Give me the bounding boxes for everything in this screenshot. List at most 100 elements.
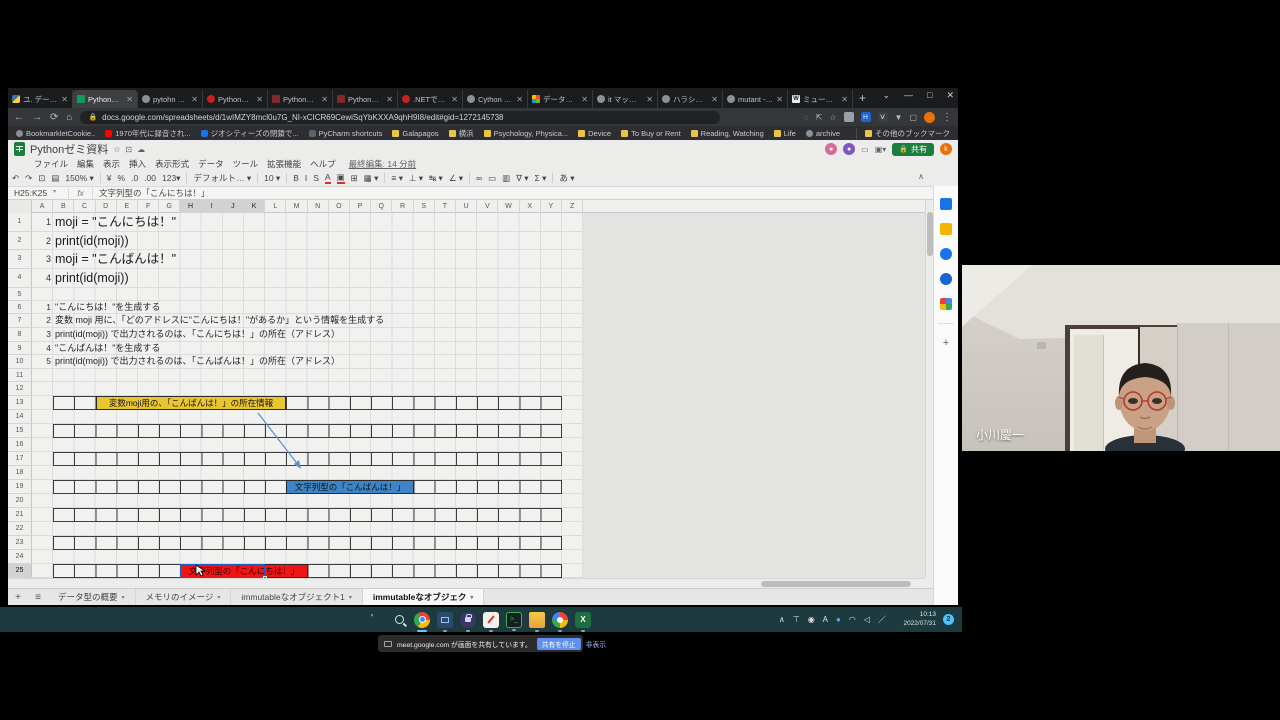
extensions-puzzle-icon[interactable]: ▼	[895, 113, 903, 122]
bookmark-item[interactable]: archive	[806, 129, 840, 138]
other-bookmarks[interactable]: その他のブックマーク	[856, 128, 950, 139]
name-box-dropdown-icon[interactable]: ▾	[53, 188, 56, 198]
browser-tab[interactable]: PythonとC✕	[203, 90, 268, 108]
address-bar[interactable]: 🔒 docs.google.com/spreadsheets/d/1wIMZY8…	[80, 111, 720, 124]
row-header-20[interactable]: 20	[8, 494, 32, 508]
column-header-S[interactable]: S	[414, 200, 435, 213]
decrease-decimal-icon[interactable]: .0	[131, 173, 138, 183]
input-tools-icon[interactable]: あ ▾	[559, 172, 574, 184]
star-icon[interactable]: ☆	[113, 145, 120, 154]
insert-chart-icon[interactable]: ▥	[502, 173, 510, 184]
home-icon[interactable]: ⌂	[66, 112, 72, 123]
bookmark-item[interactable]: 1970年代に録音され...	[105, 128, 190, 139]
tab-close-icon[interactable]: ✕	[61, 95, 68, 104]
tab-close-icon[interactable]: ✕	[646, 95, 653, 104]
notepad-app-icon[interactable]	[483, 612, 499, 628]
column-header-F[interactable]: F	[138, 200, 159, 213]
column-header-P[interactable]: P	[350, 200, 371, 213]
collapse-toolbar-icon[interactable]: ∧	[918, 172, 924, 181]
row-header-21[interactable]: 21	[8, 508, 32, 522]
column-header-J[interactable]: J	[223, 200, 244, 213]
column-header-Z[interactable]: Z	[562, 200, 583, 213]
bookmark-item[interactable]: Psychology, Physica...	[484, 129, 568, 138]
bookmark-item[interactable]: To Buy or Rent	[621, 129, 681, 138]
extension-v-icon[interactable]: V	[878, 112, 888, 122]
column-header-I[interactable]: I	[202, 200, 223, 213]
sheet-tab[interactable]: immutableなオブジェクト1▾	[231, 589, 362, 605]
column-header-H[interactable]: H	[180, 200, 201, 213]
redo-icon[interactable]: ↷	[25, 173, 32, 184]
row-header-25[interactable]: 25	[8, 564, 32, 578]
wifi-icon[interactable]: ◠	[849, 615, 856, 624]
sheet-tab[interactable]: データ型の概要▾	[48, 589, 136, 605]
column-header-K[interactable]: K	[244, 200, 265, 213]
browser-tab[interactable]: Pythonの名✕	[333, 90, 398, 108]
tasks-icon[interactable]	[940, 248, 952, 260]
tab-close-icon[interactable]: ✕	[191, 95, 198, 104]
bookmark-item[interactable]: Life	[774, 129, 796, 138]
row-header-4[interactable]: 4	[8, 269, 32, 288]
cell-code-text[interactable]: moji = "こんばんは！"	[55, 250, 176, 269]
stop-sharing-button[interactable]: 共有を停止	[537, 638, 581, 650]
menu-拡張機能[interactable]: 拡張機能	[267, 158, 301, 170]
column-header-T[interactable]: T	[435, 200, 456, 213]
add-sheet-icon[interactable]: +	[8, 592, 28, 603]
browser-tab[interactable]: Pythonの名✕	[268, 90, 333, 108]
reload-icon[interactable]: ⟳	[50, 112, 58, 123]
row-header-5[interactable]: 5	[8, 288, 32, 301]
name-box[interactable]: H25:K25 ▾	[8, 188, 68, 198]
keep-icon[interactable]	[940, 223, 952, 235]
column-header-D[interactable]: D	[96, 200, 117, 213]
cell-note-text[interactable]: "こんばんは！"を生成する	[55, 342, 160, 356]
column-header-E[interactable]: E	[117, 200, 138, 213]
tab-close-icon[interactable]: ✕	[451, 95, 458, 104]
profile-avatar[interactable]	[924, 112, 935, 123]
row-header-24[interactable]: 24	[8, 550, 32, 564]
tab-close-icon[interactable]: ✕	[581, 95, 588, 104]
formula-value[interactable]: 文字列型の「こんにちは！」	[92, 187, 210, 199]
cell-code-text[interactable]: print(id(moji))	[55, 269, 129, 288]
extension-image-icon[interactable]	[844, 112, 854, 122]
text-rotate-icon[interactable]: ∠ ▾	[449, 173, 463, 184]
horizontal-scrollbar[interactable]	[8, 578, 925, 588]
zoom-select[interactable]: 150% ▾	[65, 173, 93, 184]
hide-notification-button[interactable]: 非表示	[586, 639, 606, 649]
row-header-15[interactable]: 15	[8, 424, 32, 438]
column-header-O[interactable]: O	[329, 200, 350, 213]
filter-icon[interactable]: ∇ ▾	[516, 173, 528, 184]
column-header-L[interactable]: L	[265, 200, 286, 213]
column-header-Q[interactable]: Q	[371, 200, 392, 213]
menu-ツール[interactable]: ツール	[233, 158, 259, 170]
row-header-19[interactable]: 19	[8, 480, 32, 494]
onedrive-icon[interactable]: ●	[836, 615, 841, 624]
bold-icon[interactable]: B	[293, 173, 299, 183]
sheet-tab-dropdown-icon[interactable]: ▾	[217, 594, 220, 601]
blue-annotation-cell[interactable]: 文字列型の「こんばんは！」	[286, 480, 413, 494]
tab-close-icon[interactable]: ✕	[321, 95, 328, 104]
column-header-G[interactable]: G	[159, 200, 180, 213]
menu-表示[interactable]: 表示	[103, 158, 120, 170]
increase-decimal-icon[interactable]: .00	[144, 173, 156, 183]
new-tab-button[interactable]: +	[859, 91, 866, 105]
browser-tab[interactable]: Pythonゼミ..✕	[73, 90, 138, 108]
sheet-tab-dropdown-icon[interactable]: ▾	[470, 594, 473, 601]
insert-link-icon[interactable]: ∞	[476, 173, 482, 183]
column-header-V[interactable]: V	[477, 200, 498, 213]
minimize-icon[interactable]: —	[904, 90, 913, 101]
column-header-X[interactable]: X	[520, 200, 541, 213]
browser-tab[interactable]: mutant - G✕	[723, 90, 788, 108]
last-edit-link[interactable]: 最終編集: 14 分前	[349, 158, 417, 170]
row-header-7[interactable]: 7	[8, 314, 32, 328]
functions-icon[interactable]: Σ ▾	[535, 173, 547, 184]
row-header-22[interactable]: 22	[8, 522, 32, 536]
extension-h-icon[interactable]: H	[861, 112, 871, 122]
cell-note-text[interactable]: "こんにちは！"を生成する	[55, 301, 160, 315]
bookmark-item[interactable]: 横浜	[449, 128, 474, 139]
cell-code-text[interactable]: moji = "こんにちは！"	[55, 213, 176, 232]
row-header-17[interactable]: 17	[8, 452, 32, 466]
paint-format-icon[interactable]: ▤	[51, 173, 59, 184]
menu-データ[interactable]: データ	[198, 158, 224, 170]
column-header-A[interactable]: A	[32, 200, 53, 213]
menu-ヘルプ[interactable]: ヘルプ	[310, 158, 336, 170]
bookmark-item[interactable]: Reading, Watching	[691, 129, 764, 138]
